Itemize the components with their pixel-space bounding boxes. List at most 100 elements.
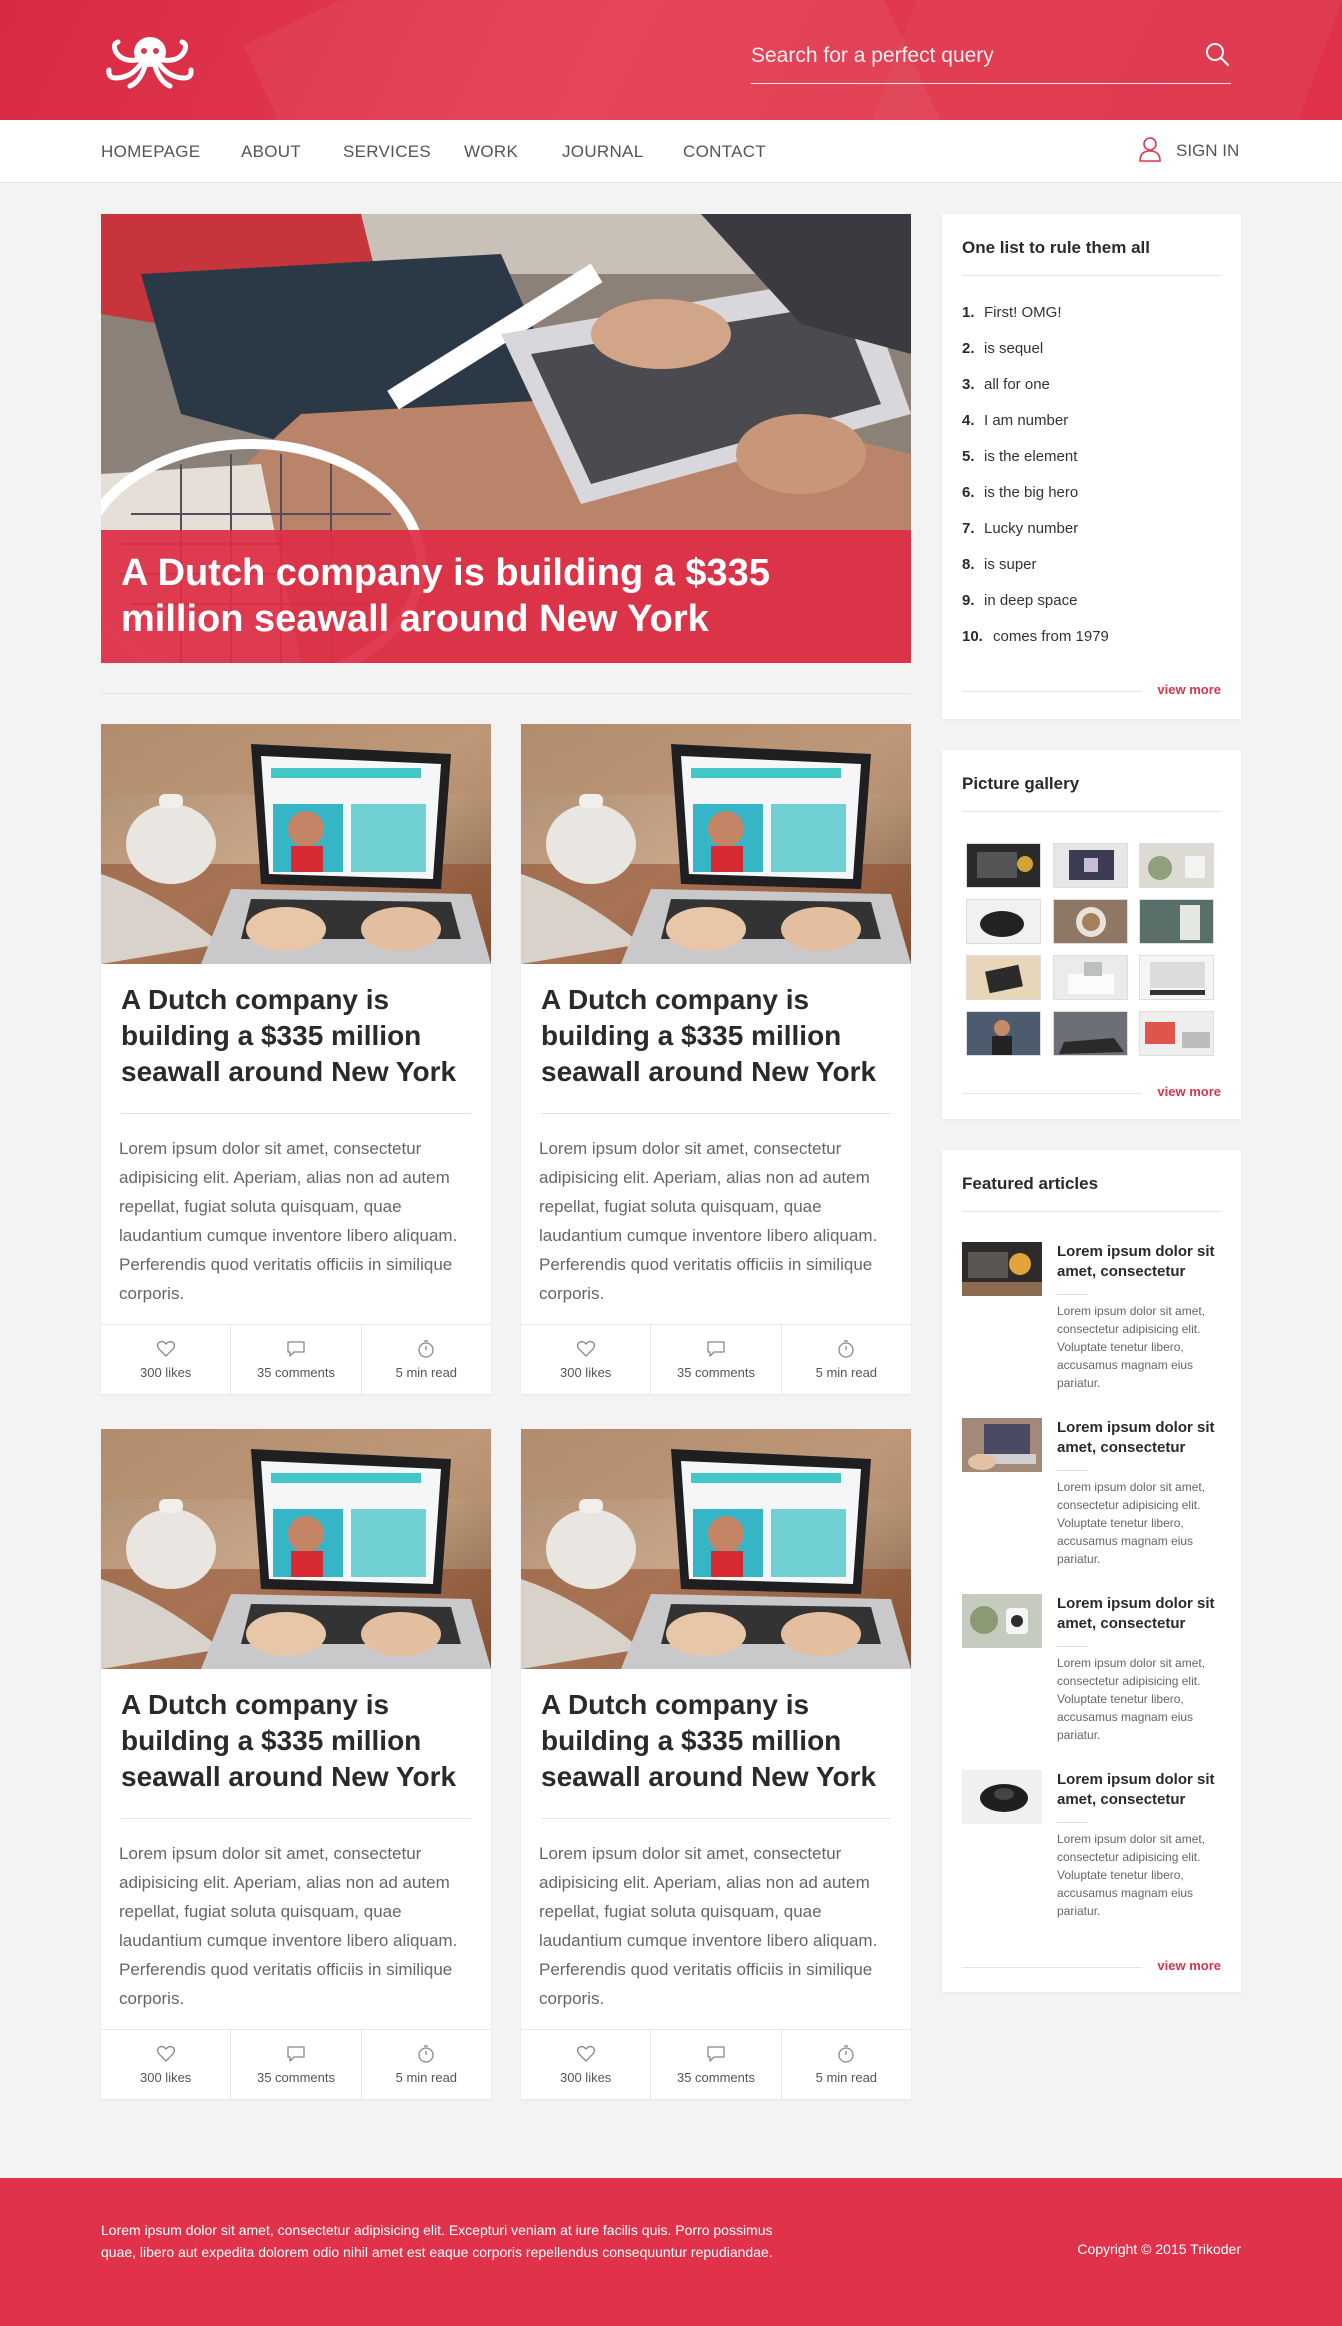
search-bar: [751, 36, 1231, 84]
list-text: I am number: [984, 412, 1069, 429]
site-header: [0, 0, 1342, 120]
hero-article[interactable]: A Dutch company is building a $335 milli…: [101, 214, 911, 663]
nav-item-homepage[interactable]: HOMEPAGE: [101, 142, 200, 162]
likes-count: 300 likes: [560, 2070, 612, 2085]
gallery-thumb[interactable]: [1139, 843, 1214, 888]
likes-button[interactable]: 300 likes: [521, 1325, 652, 1394]
list-number: 7.: [962, 520, 975, 537]
likes-button[interactable]: 300 likes: [101, 2030, 232, 2099]
gallery-thumb[interactable]: [966, 1011, 1041, 1056]
featured-title: Lorem ipsum dolor sit amet, consectetur: [1057, 1595, 1215, 1632]
octopus-logo[interactable]: [104, 34, 196, 90]
comments-button[interactable]: 35 comments: [231, 1325, 362, 1394]
likes-button[interactable]: 300 likes: [101, 1325, 232, 1394]
gallery-thumb[interactable]: [1139, 899, 1214, 944]
nav-item-about[interactable]: ABOUT: [241, 142, 301, 162]
site-footer: Lorem ipsum dolor sit amet, consectetur …: [0, 2178, 1342, 2326]
stopwatch-icon: [838, 1340, 854, 1358]
article-image: [521, 724, 911, 964]
list-item[interactable]: 2. is sequel: [962, 340, 1109, 376]
article-excerpt: Lorem ipsum dolor sit amet, consectetur …: [539, 1844, 878, 2008]
comment-icon: [707, 1341, 725, 1357]
article-stats: 300 likes 35 comments 5 min read: [101, 2029, 491, 2099]
list-text: First! OMG!: [984, 304, 1062, 321]
gallery-thumb[interactable]: [966, 843, 1041, 888]
divider: [541, 1818, 891, 1819]
featured-article[interactable]: Lorem ipsum dolor sit amet, consectetur …: [962, 1594, 1221, 1764]
comments-button[interactable]: 35 comments: [651, 1325, 782, 1394]
gallery-thumb[interactable]: [1139, 955, 1214, 1000]
nav-item-journal[interactable]: JOURNAL: [562, 142, 643, 162]
gallery-thumb[interactable]: [966, 899, 1041, 944]
list-item[interactable]: 9. in deep space: [962, 592, 1109, 628]
gallery-thumb[interactable]: [1053, 899, 1128, 944]
article-title[interactable]: A Dutch company is building a $335 milli…: [541, 982, 891, 1090]
heart-icon: [576, 2045, 595, 2062]
featured-article[interactable]: Lorem ipsum dolor sit amet, consectetur …: [962, 1242, 1221, 1412]
view-more-link[interactable]: view more: [1157, 682, 1221, 697]
list-text: is super: [984, 556, 1037, 573]
search-icon[interactable]: [1203, 40, 1231, 68]
divider: [962, 811, 1221, 812]
hero-title[interactable]: A Dutch company is building a $335 milli…: [121, 550, 881, 642]
search-input[interactable]: [751, 36, 1171, 76]
article-card[interactable]: A Dutch company is building a $335 milli…: [101, 724, 491, 1394]
read-time-label: 5 min read: [395, 1365, 458, 1380]
list-item[interactable]: 5. is the element: [962, 448, 1109, 484]
featured-article[interactable]: Lorem ipsum dolor sit amet, consectetur …: [962, 1418, 1221, 1588]
list-number: 9.: [962, 592, 975, 609]
comments-button[interactable]: 35 comments: [231, 2030, 362, 2099]
footer-text: Lorem ipsum dolor sit amet, consectetur …: [101, 2222, 773, 2260]
article-card[interactable]: A Dutch company is building a $335 milli…: [521, 724, 911, 1394]
divider: [121, 1113, 471, 1114]
divider: [962, 275, 1221, 276]
likes-count: 300 likes: [560, 1365, 612, 1380]
list-number: 10.: [962, 628, 983, 645]
article-card[interactable]: A Dutch company is building a $335 milli…: [101, 1429, 491, 2099]
numbered-list: 1. First! OMG! 2. is sequel 3. all for one …: [962, 304, 1109, 664]
list-item[interactable]: 8. is super: [962, 556, 1109, 592]
view-more-row: view more: [962, 1084, 1221, 1104]
article-card[interactable]: A Dutch company is building a $335 milli…: [521, 1429, 911, 2099]
comments-button[interactable]: 35 comments: [651, 2030, 782, 2099]
copyright: Copyright © 2015 Trikoder: [1077, 2241, 1241, 2257]
gallery-thumb[interactable]: [1053, 1011, 1128, 1056]
nav-item-contact[interactable]: CONTACT: [683, 142, 766, 162]
view-more-link[interactable]: view more: [1157, 1084, 1221, 1099]
list-item[interactable]: 1. First! OMG!: [962, 304, 1109, 340]
list-item[interactable]: 7. Lucky number: [962, 520, 1109, 556]
gallery-thumb[interactable]: [966, 955, 1041, 1000]
list-text: is sequel: [984, 340, 1044, 357]
divider: [962, 691, 1142, 692]
view-more-link[interactable]: view more: [1157, 1958, 1221, 1973]
article-stats: 300 likes 35 comments 5 min read: [521, 1324, 911, 1394]
list-item[interactable]: 4. I am number: [962, 412, 1109, 448]
featured-excerpt: Lorem ipsum dolor sit amet, consectetur …: [1057, 1656, 1206, 1742]
sign-in-button[interactable]: SIGN IN: [1138, 136, 1239, 164]
list-number: 3.: [962, 376, 975, 393]
featured-excerpt: Lorem ipsum dolor sit amet, consectetur …: [1057, 1304, 1206, 1390]
nav-item-work[interactable]: WORK: [464, 142, 518, 162]
list-item[interactable]: 10. comes from 1979: [962, 628, 1109, 664]
article-excerpt: Lorem ipsum dolor sit amet, consectetur …: [119, 1139, 458, 1303]
divider: [1057, 1822, 1087, 1823]
article-title[interactable]: A Dutch company is building a $335 milli…: [541, 1687, 891, 1795]
gallery-thumb[interactable]: [1053, 955, 1128, 1000]
article-title[interactable]: A Dutch company is building a $335 milli…: [121, 1687, 471, 1795]
gallery-thumb[interactable]: [1139, 1011, 1214, 1056]
nav-item-services[interactable]: SERVICES: [343, 142, 431, 162]
main-nav: HOMEPAGE ABOUT SERVICES WORK JOURNAL CON…: [0, 120, 1342, 183]
article-title[interactable]: A Dutch company is building a $335 milli…: [121, 982, 471, 1090]
featured-title: Lorem ipsum dolor sit amet, consectetur: [1057, 1243, 1215, 1280]
list-item[interactable]: 3. all for one: [962, 376, 1109, 412]
comments-count: 35 comments: [256, 2070, 336, 2085]
article-excerpt: Lorem ipsum dolor sit amet, consectetur …: [539, 1139, 878, 1303]
list-item[interactable]: 6. is the big hero: [962, 484, 1109, 520]
featured-article[interactable]: Lorem ipsum dolor sit amet, consectetur …: [962, 1770, 1221, 1940]
featured-excerpt: Lorem ipsum dolor sit amet, consectetur …: [1057, 1832, 1206, 1918]
gallery-thumb[interactable]: [1053, 843, 1128, 888]
divider: [101, 693, 911, 694]
article-image: [101, 1429, 491, 1669]
likes-button[interactable]: 300 likes: [521, 2030, 652, 2099]
list-text: comes from 1979: [993, 628, 1109, 645]
